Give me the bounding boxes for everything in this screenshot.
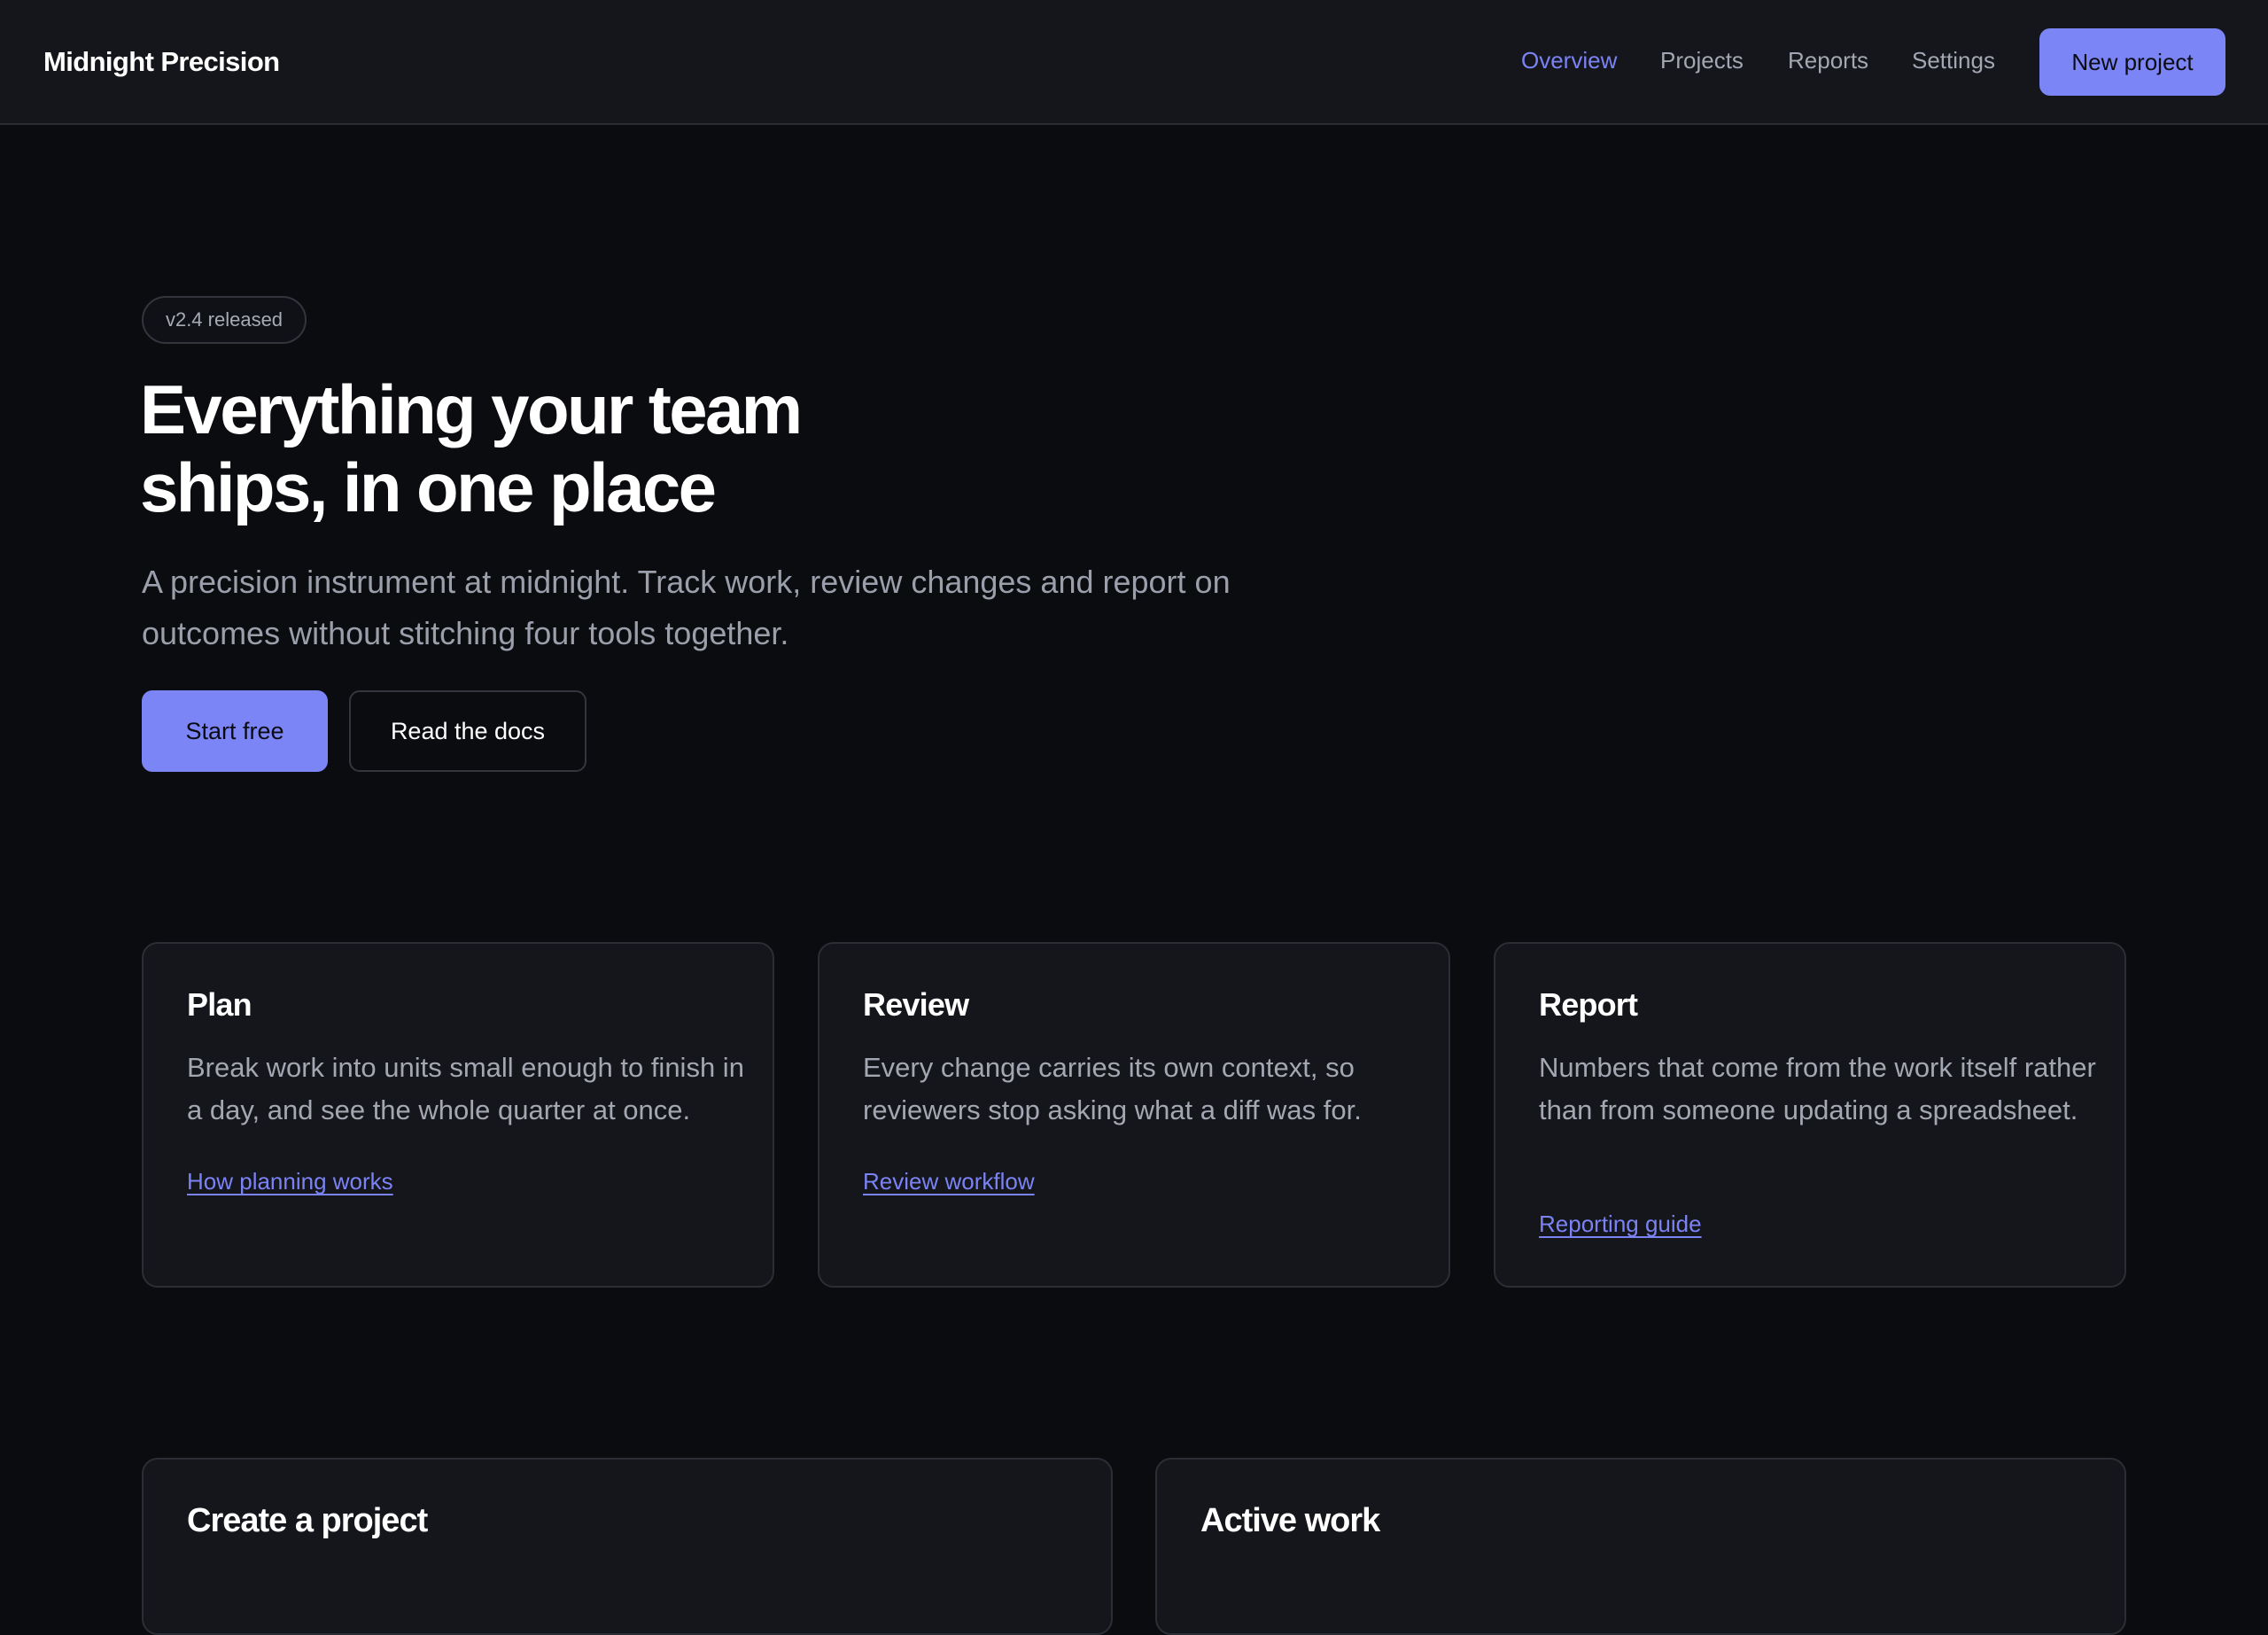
hero-subtitle: A precision instrument at midnight. Trac… <box>142 557 1311 659</box>
nav-link-projects[interactable]: Projects <box>1660 47 1744 74</box>
hero-title: Everything your team ships, in one place <box>140 370 1026 526</box>
feature-card-title: Report <box>1539 986 1638 1023</box>
hero-subtitle-line-2: outcomes without stitching four tools to… <box>142 615 789 651</box>
nav-link-settings[interactable]: Settings <box>1912 47 1995 74</box>
active-work-panel: Active work <box>1155 1458 2126 1635</box>
feature-card-report: Report Numbers that come from the work i… <box>1494 942 2126 1288</box>
feature-card-review: Review Every change carries its own cont… <box>818 942 1450 1288</box>
hero-title-line-1: Everything your team <box>140 370 803 448</box>
feature-card-title: Review <box>863 986 969 1023</box>
feature-card-body: Every change carries its own context, so… <box>863 1052 1362 1125</box>
create-project-panel: Create a project <box>142 1458 1113 1635</box>
feature-card-plan: Plan Break work into units small enough … <box>142 942 774 1288</box>
brand-name: Midnight Precision <box>43 46 280 77</box>
read-docs-button[interactable]: Read the docs <box>349 690 586 772</box>
how-planning-works-link[interactable]: How planning works <box>187 1168 393 1195</box>
hero-title-line-2: ships, in one place <box>140 448 717 526</box>
start-free-button[interactable]: Start free <box>142 690 328 772</box>
feature-card-body: Break work into units small enough to fi… <box>187 1052 744 1125</box>
reporting-guide-link[interactable]: Reporting guide <box>1539 1211 1702 1238</box>
top-navigation-bar: Midnight Precision Overview Projects Rep… <box>0 0 2268 125</box>
panel-title: Create a project <box>187 1502 428 1539</box>
panel-title: Active work <box>1200 1502 1380 1539</box>
new-project-button[interactable]: New project <box>2039 28 2225 96</box>
feature-card-body: Numbers that come from the work itself r… <box>1539 1052 2096 1125</box>
feature-card-title: Plan <box>187 986 252 1023</box>
review-workflow-link[interactable]: Review workflow <box>863 1168 1035 1195</box>
release-badge: v2.4 released <box>142 296 307 344</box>
nav-link-overview[interactable]: Overview <box>1521 47 1617 74</box>
nav-link-reports[interactable]: Reports <box>1788 47 1868 74</box>
hero-subtitle-line-1: A precision instrument at midnight. Trac… <box>142 564 1231 600</box>
